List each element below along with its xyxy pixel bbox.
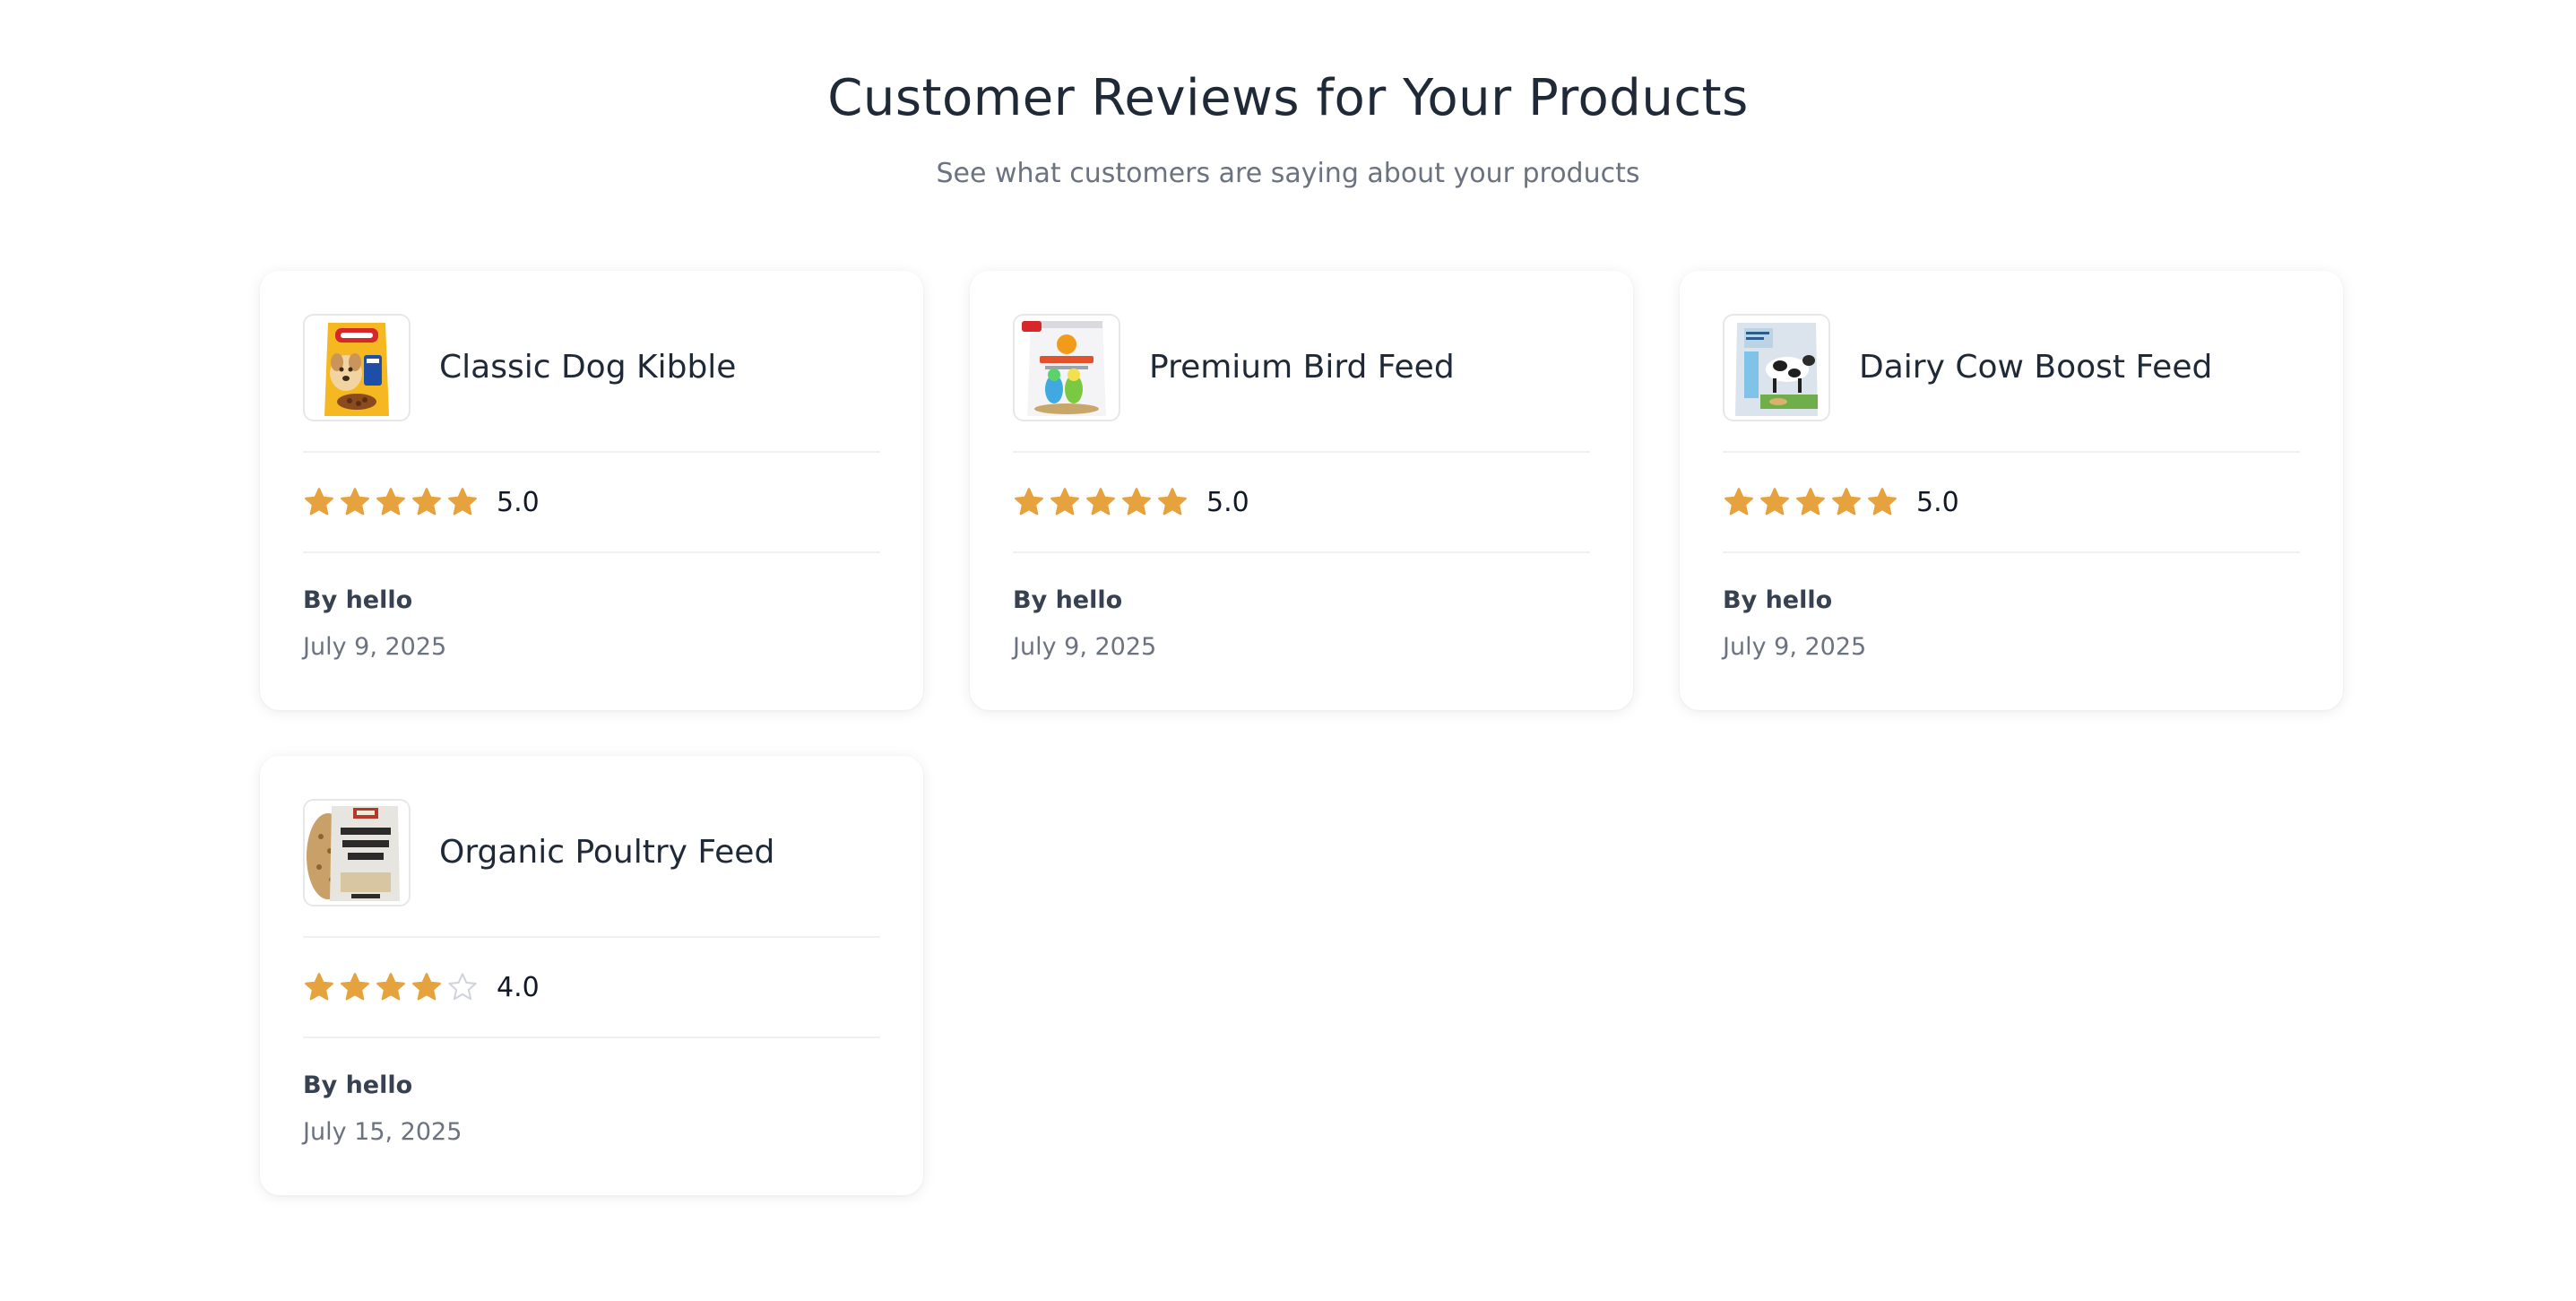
star-filled-icon [341,488,369,516]
product-name[interactable]: Classic Dog Kibble [439,314,736,421]
star-filled-icon [376,488,405,516]
star-filled-icon [448,488,477,516]
star-filled-icon [412,973,441,1001]
review-card: Classic Dog Kibble 5.0 By hello July 9, … [260,271,923,710]
divider [303,451,880,453]
star-filled-icon [1760,488,1789,516]
rating: 5.0 [303,482,880,524]
review-card: Dairy Cow Boost Feed 5.0 By hello July 9… [1680,271,2343,710]
poultry-feed-bag-icon [303,799,411,906]
page-subtitle: See what customers are saying about your… [936,158,1640,189]
cattle-feed-bag-icon [1723,314,1830,421]
rating-value: 4.0 [497,972,540,1003]
reviewer-name: By hello [1723,586,1833,614]
divider [1723,451,2300,453]
product-info: Organic Poultry Feed [303,799,880,906]
star-filled-icon [1015,488,1043,516]
review-date: July 15, 2025 [303,1118,462,1146]
star-filled-icon [412,488,441,516]
rating-value: 5.0 [1206,487,1249,518]
star-filled-icon [341,973,369,1001]
rating-value: 5.0 [1916,487,1959,518]
star-filled-icon [305,973,333,1001]
divider [303,551,880,553]
review-date: July 9, 2025 [1013,633,1157,661]
review-card: Premium Bird Feed 5.0 By hello July 9, 2… [970,271,1633,710]
product-info: Dairy Cow Boost Feed [1723,314,2300,421]
divider [1013,551,1590,553]
star-filled-icon [1832,488,1861,516]
star-filled-icon [1725,488,1753,516]
product-info: Premium Bird Feed [1013,314,1590,421]
rating-value: 5.0 [497,487,540,518]
star-filled-icon [1868,488,1897,516]
review-date: July 9, 2025 [303,633,447,661]
star-filled-icon [1796,488,1825,516]
product-name[interactable]: Organic Poultry Feed [439,799,774,906]
divider [1723,551,2300,553]
rating: 4.0 [303,967,880,1009]
star-filled-icon [376,973,405,1001]
star-rating [1013,486,1189,518]
product-name[interactable]: Dairy Cow Boost Feed [1859,314,2212,421]
star-filled-icon [1122,488,1151,516]
divider [303,936,880,938]
product-info: Classic Dog Kibble [303,314,880,421]
reviewer-name: By hello [303,586,413,614]
star-filled-icon [305,488,333,516]
reviewer-name: By hello [303,1071,413,1099]
star-rating [303,971,479,1003]
review-card: Organic Poultry Feed 4.0 By hello July 1… [260,756,923,1195]
bird-feed-bag-icon [1013,314,1120,421]
page-title: Customer Reviews for Your Products [827,69,1749,127]
star-filled-icon [1050,488,1079,516]
review-date: July 9, 2025 [1723,633,1867,661]
reviewer-name: By hello [1013,586,1123,614]
star-empty-icon [448,973,477,1001]
dog-food-bag-icon [303,314,411,421]
divider [303,1036,880,1038]
star-rating [303,486,479,518]
star-rating [1723,486,1898,518]
product-name[interactable]: Premium Bird Feed [1149,314,1455,421]
divider [1013,451,1590,453]
rating: 5.0 [1013,482,1590,524]
rating: 5.0 [1723,482,2300,524]
star-filled-icon [1158,488,1187,516]
star-filled-icon [1086,488,1115,516]
